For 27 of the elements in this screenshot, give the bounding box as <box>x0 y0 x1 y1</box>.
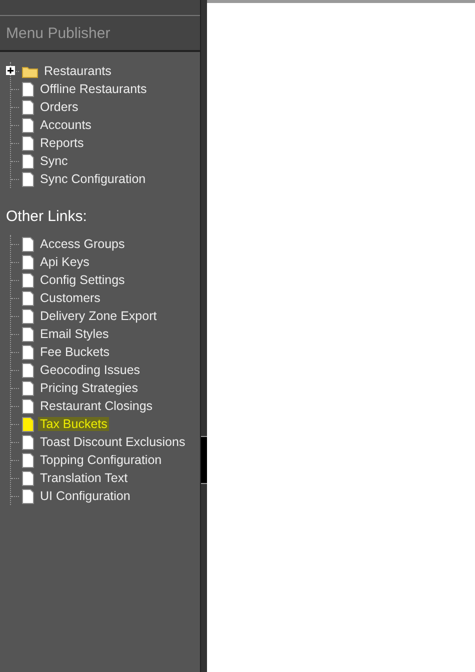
expand-icon[interactable] <box>6 66 15 75</box>
tree-item[interactable]: Translation Text <box>38 471 130 485</box>
tree-item[interactable]: Email Styles <box>38 327 111 341</box>
tree-item[interactable]: Api Keys <box>38 255 92 269</box>
tree-item[interactable]: Delivery Zone Export <box>38 309 159 323</box>
tree-item[interactable]: Fee Buckets <box>38 345 112 359</box>
tree-item[interactable]: Customers <box>38 291 102 305</box>
tree-item[interactable]: Offline Restaurants <box>38 82 149 96</box>
tree-item[interactable]: Topping Configuration <box>38 453 164 467</box>
tree-item[interactable]: Access Groups <box>38 237 127 251</box>
tree-item[interactable]: Geocoding Issues <box>38 363 142 377</box>
tree-item[interactable]: Config Settings <box>38 273 127 287</box>
tree-item[interactable]: Toast Discount Exclusions <box>38 435 188 449</box>
tree-item[interactable]: Reports <box>38 136 86 150</box>
tree-item[interactable]: Sync <box>38 154 70 168</box>
tree-item[interactable]: Accounts <box>38 118 94 132</box>
folder-icon <box>22 64 38 78</box>
tree-item[interactable]: Tax Buckets <box>38 417 110 431</box>
tree-item[interactable]: UI Configuration <box>38 489 132 503</box>
tree-item[interactable]: Restaurant Closings <box>38 399 155 413</box>
tree-item[interactable]: Pricing Strategies <box>38 381 140 395</box>
splitter-handle[interactable] <box>201 436 207 484</box>
tree-item[interactable]: Orders <box>38 100 80 114</box>
section-heading: Other Links: <box>6 208 88 225</box>
tree-item[interactable]: Sync Configuration <box>38 172 148 186</box>
sidebar-title: Menu Publisher <box>6 24 110 42</box>
tree-item[interactable]: Restaurants <box>42 64 114 78</box>
